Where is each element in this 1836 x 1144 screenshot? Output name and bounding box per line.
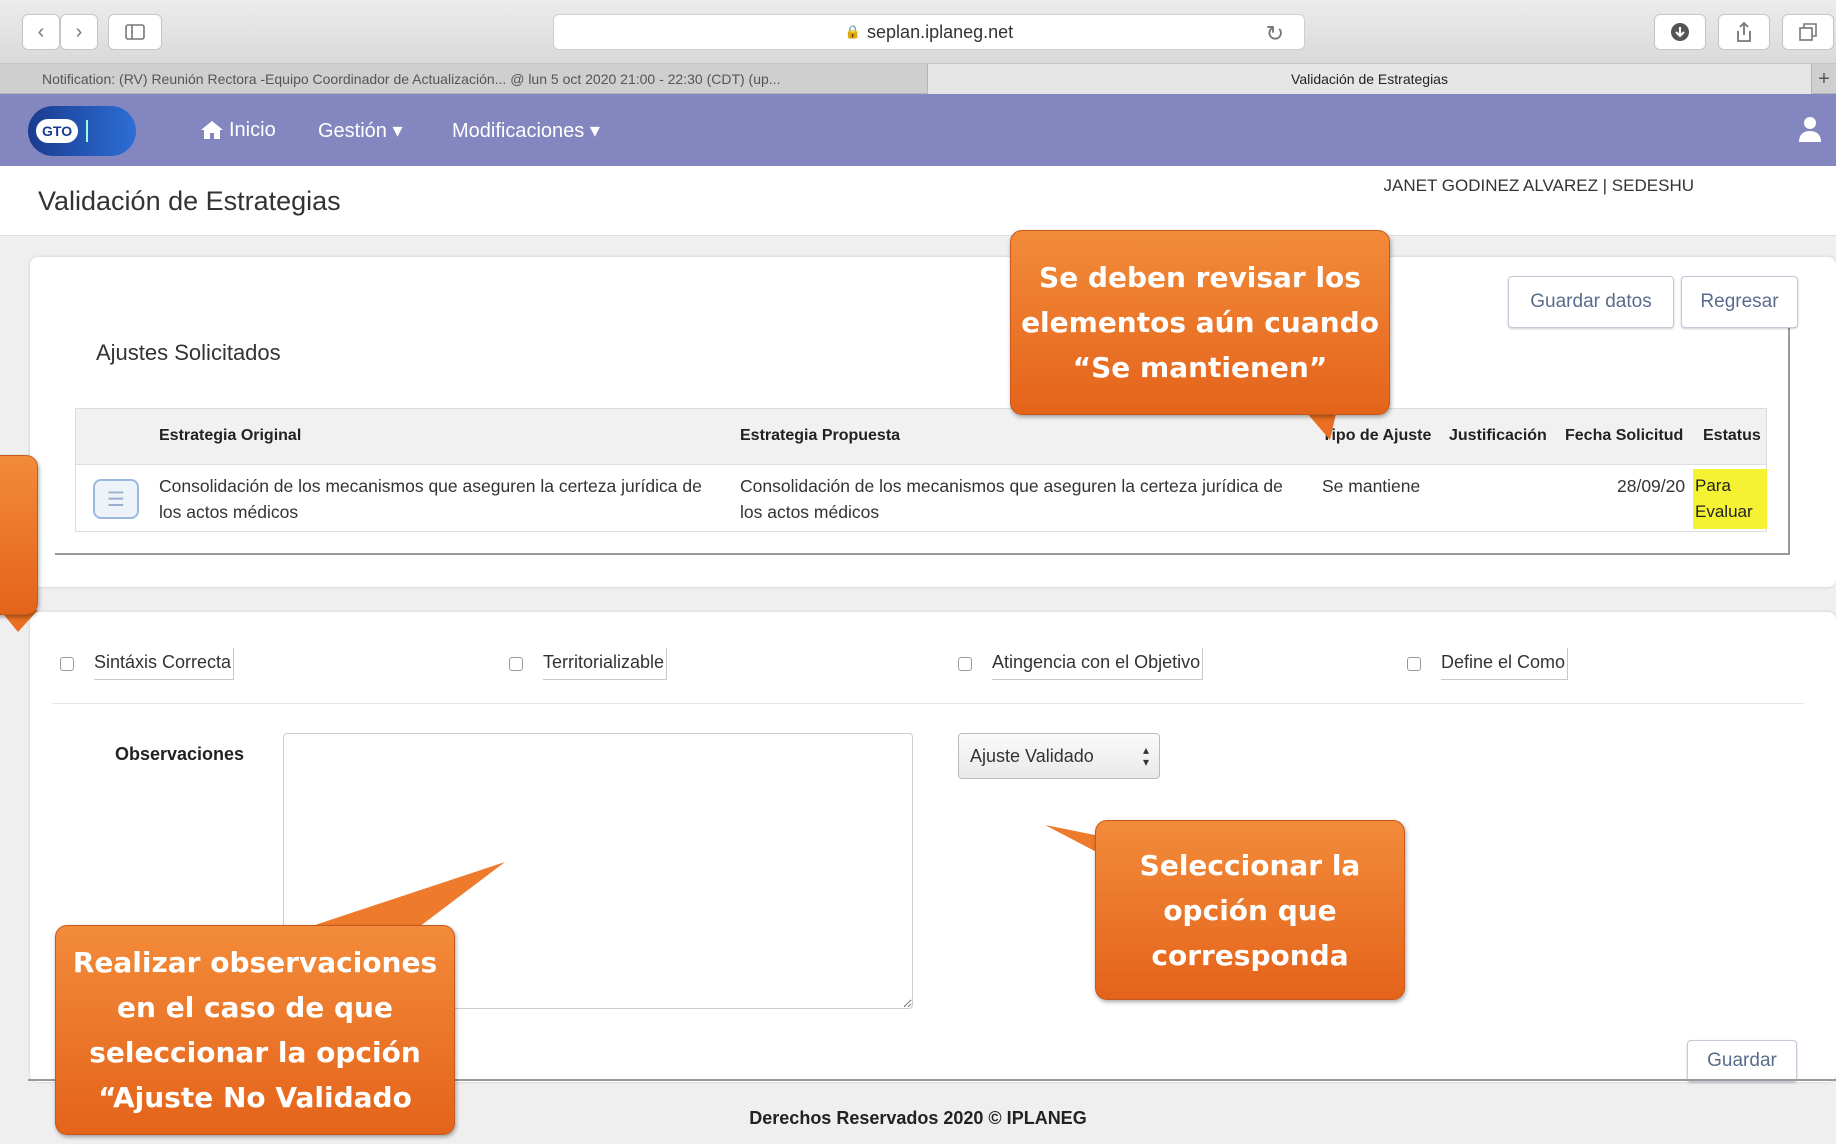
callout-left-partial [0,455,38,615]
callout-tail-observations [300,862,505,930]
callout-review: Se deben revisar los elementos aún cuand… [1010,230,1390,415]
callout-observations: Realizar observaciones en el caso de que… [55,925,455,1135]
callout-select: Seleccionar la opción que corresponda [1095,820,1405,1000]
